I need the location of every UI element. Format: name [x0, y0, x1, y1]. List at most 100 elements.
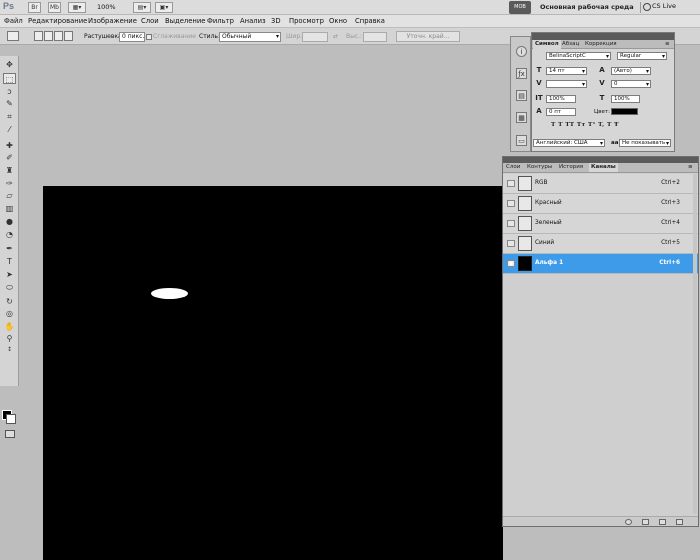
tracking-field[interactable]: 0 [611, 80, 651, 88]
tab-paragraph[interactable]: Абзац [560, 40, 581, 49]
marquee-tool[interactable]: ⬚ [3, 73, 16, 84]
eye-icon[interactable]: ◉ [507, 260, 515, 267]
path-selection-tool[interactable]: ➤ [3, 269, 16, 280]
swap-icon[interactable]: ⇄ [333, 33, 338, 40]
menu-analysis[interactable]: Анализ [240, 17, 266, 25]
tab-correction[interactable]: Коррекция [583, 40, 619, 49]
leading-field[interactable]: (Авто) [611, 67, 651, 75]
menu-window[interactable]: Окно [329, 17, 347, 25]
vertical-scale-field[interactable]: 100% [546, 95, 576, 103]
default-colors-button[interactable]: ↕ [3, 346, 16, 354]
menu-select[interactable]: Выделение [165, 17, 205, 25]
typographic-style-buttons[interactable]: T T TT Tт T¹ T, T Ŧ [551, 122, 656, 131]
cs-live-button[interactable]: CS Live [652, 2, 676, 10]
type-tool[interactable]: T [3, 256, 16, 267]
mini-bridge-button[interactable]: Mb [48, 2, 61, 13]
document-canvas[interactable] [43, 186, 503, 560]
brush-tool[interactable]: ✐ [3, 152, 16, 163]
channel-row-red[interactable]: Красный Ctrl+3 [503, 194, 698, 214]
refine-edge-button[interactable]: Уточн. край... [396, 31, 460, 42]
menu-image[interactable]: Изображение [88, 17, 137, 25]
hand-tool[interactable]: ✋ [3, 321, 16, 332]
workspace-name[interactable]: Основная рабочая среда [540, 3, 634, 11]
3d-orbit-tool[interactable]: ◎ [3, 308, 16, 319]
move-tool[interactable]: ✥ [3, 59, 16, 70]
zoom-level[interactable]: 100% [97, 3, 116, 11]
panel-grip[interactable] [532, 33, 674, 40]
text-color-swatch[interactable] [611, 108, 638, 115]
channels-scrollbar[interactable] [693, 174, 697, 514]
lasso-tool[interactable]: ↄ [3, 86, 16, 97]
feather-input[interactable]: 0 пикс. [119, 32, 145, 42]
antialias-checkbox[interactable] [146, 34, 152, 40]
function-icon[interactable]: ƒx [516, 68, 527, 79]
blur-tool[interactable]: ● [3, 216, 16, 227]
workspace-button[interactable]: MOB [509, 1, 531, 14]
menu-filter[interactable]: Фильтр [207, 17, 234, 25]
zoom-tool[interactable]: ⚲ [3, 333, 16, 344]
horizontal-scale-field[interactable]: 100% [611, 95, 640, 103]
menu-edit[interactable]: Редактирование [28, 17, 87, 25]
pen-tool[interactable]: ✒ [3, 243, 16, 254]
dodge-tool[interactable]: ◔ [3, 229, 16, 240]
menu-layers[interactable]: Слои [141, 17, 159, 25]
eraser-tool[interactable]: ▱ [3, 190, 16, 201]
history-brush-tool[interactable]: ✑ [3, 178, 16, 189]
channels-icon[interactable]: ▤ [516, 90, 527, 101]
healing-brush-tool[interactable]: ✚ [3, 140, 16, 151]
gradient-tool[interactable]: ▥ [3, 203, 16, 214]
channel-row-green[interactable]: Зеленый Ctrl+4 [503, 214, 698, 234]
visibility-toggle[interactable] [507, 200, 515, 207]
menu-file[interactable]: Файл [4, 17, 23, 25]
bridge-button[interactable]: Br [28, 2, 41, 13]
load-selection-icon[interactable] [625, 519, 632, 525]
font-family-dropdown[interactable]: BelinaScriptC [546, 52, 611, 60]
style-dropdown[interactable]: Обычный [219, 32, 281, 42]
save-selection-icon[interactable] [642, 519, 649, 525]
tab-character[interactable]: Символ [533, 40, 561, 49]
tool-preset-picker[interactable] [7, 31, 19, 41]
width-input[interactable] [302, 32, 328, 42]
add-selection-button[interactable] [44, 31, 53, 41]
histogram-icon[interactable]: ▦ [516, 112, 527, 123]
antialias-dropdown[interactable]: Не показывать [619, 139, 671, 147]
menu-help[interactable]: Справка [355, 17, 385, 25]
subtract-selection-button[interactable] [54, 31, 63, 41]
font-size-field[interactable]: 14 пт [546, 67, 587, 75]
baseline-shift-field[interactable]: 0 пт [546, 108, 576, 116]
background-color-swatch[interactable] [6, 414, 16, 424]
font-style-dropdown[interactable]: Regular [617, 52, 667, 60]
new-channel-icon[interactable] [659, 519, 666, 525]
language-dropdown[interactable]: Английский: США [533, 139, 605, 147]
navigator-icon[interactable]: ▭ [516, 135, 527, 146]
view-extras-button[interactable]: ▦▾ [68, 2, 86, 13]
visibility-toggle[interactable] [507, 240, 515, 247]
intersect-selection-button[interactable] [64, 31, 73, 41]
quick-selection-tool[interactable]: ✎ [3, 98, 16, 109]
eyedropper-tool[interactable]: ⁄ [3, 124, 16, 135]
menu-view[interactable]: Просмотр [289, 17, 324, 25]
panel-menu-icon[interactable]: ≡ [686, 163, 695, 172]
tab-channels[interactable]: Каналы [589, 163, 618, 172]
screen-mode-button[interactable]: ▣▾ [155, 2, 173, 13]
visibility-toggle[interactable] [507, 220, 515, 227]
panel-menu-icon[interactable]: ≡ [663, 40, 672, 49]
info-icon[interactable]: i [516, 46, 527, 57]
channel-row-rgb[interactable]: RGB Ctrl+2 [503, 174, 698, 194]
arrange-documents-button[interactable]: ▤▾ [133, 2, 151, 13]
clone-stamp-tool[interactable]: ♜ [3, 165, 16, 176]
visibility-toggle[interactable] [507, 180, 515, 187]
kerning-field[interactable] [546, 80, 587, 88]
crop-tool[interactable]: ⌗ [3, 111, 16, 122]
channel-row-alpha-1[interactable]: ◉ Альфа 1 Ctrl+6 [503, 254, 698, 274]
quick-mask-button[interactable] [5, 430, 15, 438]
tab-layers[interactable]: Слои [504, 163, 522, 172]
tab-history[interactable]: История [557, 163, 585, 172]
channel-row-blue[interactable]: Синий Ctrl+5 [503, 234, 698, 254]
3d-rotate-tool[interactable]: ↻ [3, 296, 16, 307]
trash-icon[interactable] [676, 519, 683, 525]
tab-paths[interactable]: Контуры [525, 163, 554, 172]
shape-tool[interactable]: ⬭ [3, 282, 16, 293]
height-input[interactable] [363, 32, 387, 42]
new-selection-button[interactable] [34, 31, 43, 41]
